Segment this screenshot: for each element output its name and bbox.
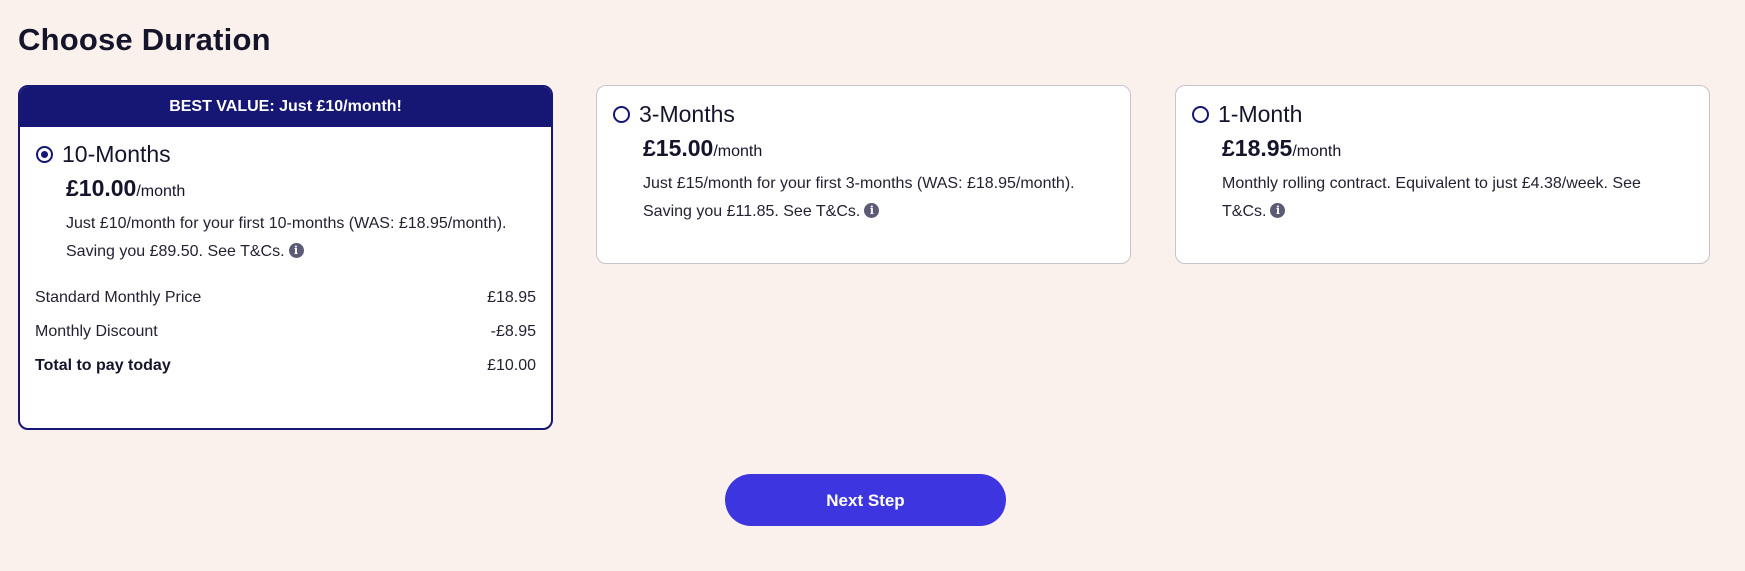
breakdown-label: Monthly Discount — [35, 323, 158, 340]
plan-price-line: £18.95/month — [1222, 135, 1341, 162]
price-breakdown: Standard Monthly Price £18.95 Monthly Di… — [35, 281, 536, 383]
info-icon[interactable]: i — [864, 203, 880, 219]
plan-description-text: Just £10/month for your first 10-months … — [66, 215, 507, 260]
plan-price-line: £10.00/month — [66, 175, 185, 202]
breakdown-total-label: Total to pay today — [35, 357, 171, 374]
duration-options: BEST VALUE: Just £10/month! 10-Months £1… — [18, 85, 1712, 430]
plan-name: 1-Month — [1218, 101, 1303, 127]
plan-name: 10-Months — [62, 141, 171, 167]
plan-description-text: Just £15/month for your first 3-months (… — [643, 175, 1075, 220]
plan-radio-row[interactable]: 10-Months — [36, 141, 171, 168]
radio-unselected-icon[interactable] — [613, 106, 630, 123]
breakdown-row: Standard Monthly Price £18.95 — [35, 281, 536, 315]
breakdown-label: Standard Monthly Price — [35, 289, 202, 306]
plan-description-text: Monthly rolling contract. Equivalent to … — [1222, 175, 1641, 220]
plan-price-period: /month — [713, 143, 763, 160]
plan-price-period: /month — [136, 183, 186, 200]
plan-name: 3-Months — [639, 101, 735, 127]
next-step-button[interactable]: Next Step — [725, 474, 1006, 526]
plan-price: £18.95 — [1222, 135, 1293, 161]
info-icon[interactable]: i — [288, 243, 304, 259]
radio-unselected-icon[interactable] — [1192, 106, 1209, 123]
plan-card-3-months[interactable]: 3-Months £15.00/month Just £15/month for… — [596, 85, 1131, 264]
breakdown-row: Monthly Discount -£8.95 — [35, 315, 536, 349]
breakdown-total-value: £10.00 — [487, 357, 536, 374]
best-value-banner: BEST VALUE: Just £10/month! — [20, 87, 551, 127]
breakdown-total-row: Total to pay today £10.00 — [35, 349, 536, 383]
plan-description: Just £15/month for your first 3-months (… — [643, 170, 1103, 226]
breakdown-value: -£8.95 — [490, 323, 536, 340]
plan-price: £10.00 — [66, 175, 137, 201]
plan-card-1-month[interactable]: 1-Month £18.95/month Monthly rolling con… — [1175, 85, 1710, 264]
plan-price-line: £15.00/month — [643, 135, 762, 162]
info-icon[interactable]: i — [1270, 203, 1286, 219]
plan-description: Just £10/month for your first 10-months … — [66, 210, 526, 266]
plan-radio-row[interactable]: 3-Months — [613, 101, 735, 128]
breakdown-value: £18.95 — [487, 289, 536, 306]
plan-price-period: /month — [1292, 143, 1342, 160]
page-title: Choose Duration — [18, 22, 271, 57]
radio-selected-icon[interactable] — [36, 146, 53, 163]
plan-radio-row[interactable]: 1-Month — [1192, 101, 1302, 128]
plan-price: £15.00 — [643, 135, 714, 161]
plan-description: Monthly rolling contract. Equivalent to … — [1222, 170, 1682, 226]
plan-card-10-months[interactable]: BEST VALUE: Just £10/month! 10-Months £1… — [18, 85, 553, 430]
